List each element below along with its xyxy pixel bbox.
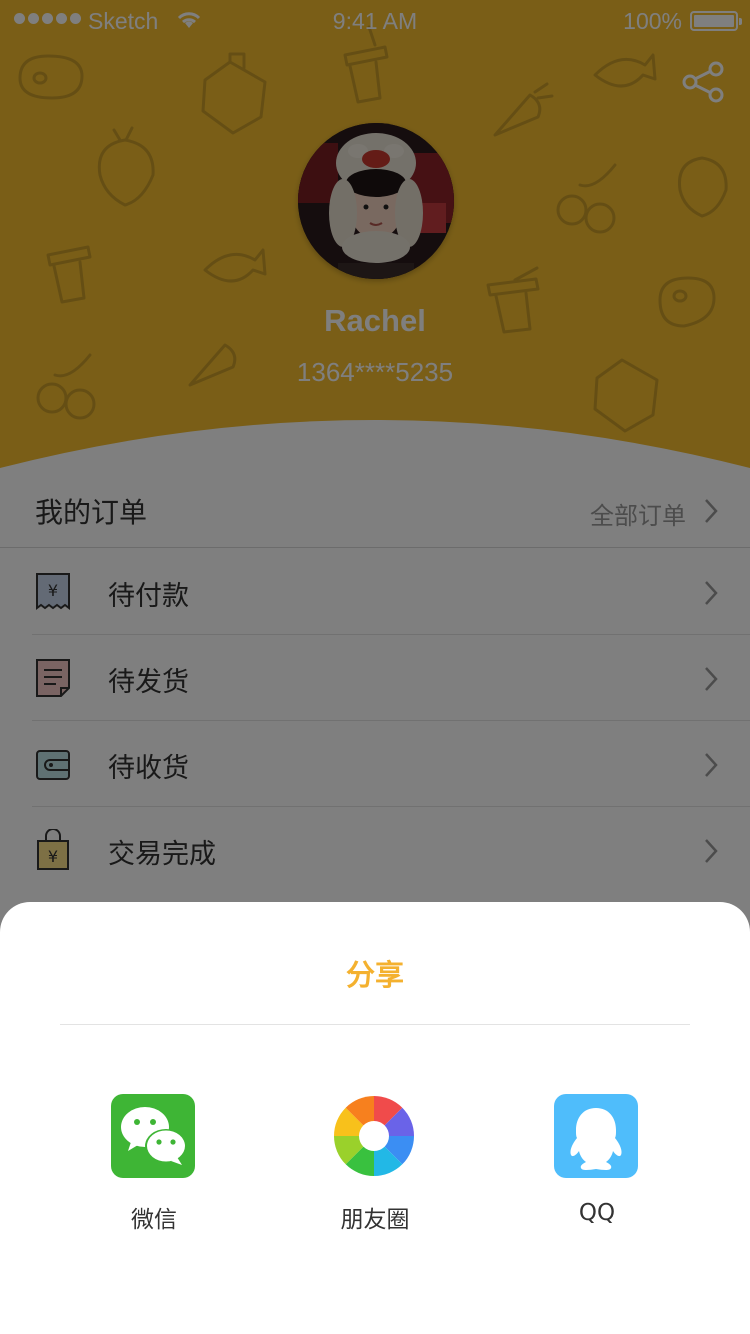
share-moments-button[interactable]: 朋友圈 (310, 1094, 440, 1234)
wechat-icon (111, 1094, 195, 1178)
share-item-label: 朋友圈 (340, 1207, 410, 1233)
share-item-label: QQ (578, 1200, 616, 1226)
share-item-label: 微信 (131, 1207, 177, 1233)
moments-icon (334, 1096, 414, 1176)
share-sheet-title: 分享 (345, 958, 404, 992)
share-wechat-button[interactable]: 微信 (89, 1094, 219, 1234)
divider (60, 1024, 690, 1025)
share-qq-button[interactable]: QQ (532, 1094, 662, 1234)
share-sheet: 分享 微信 朋友圈 QQ (0, 902, 750, 1334)
qq-icon (554, 1094, 638, 1178)
